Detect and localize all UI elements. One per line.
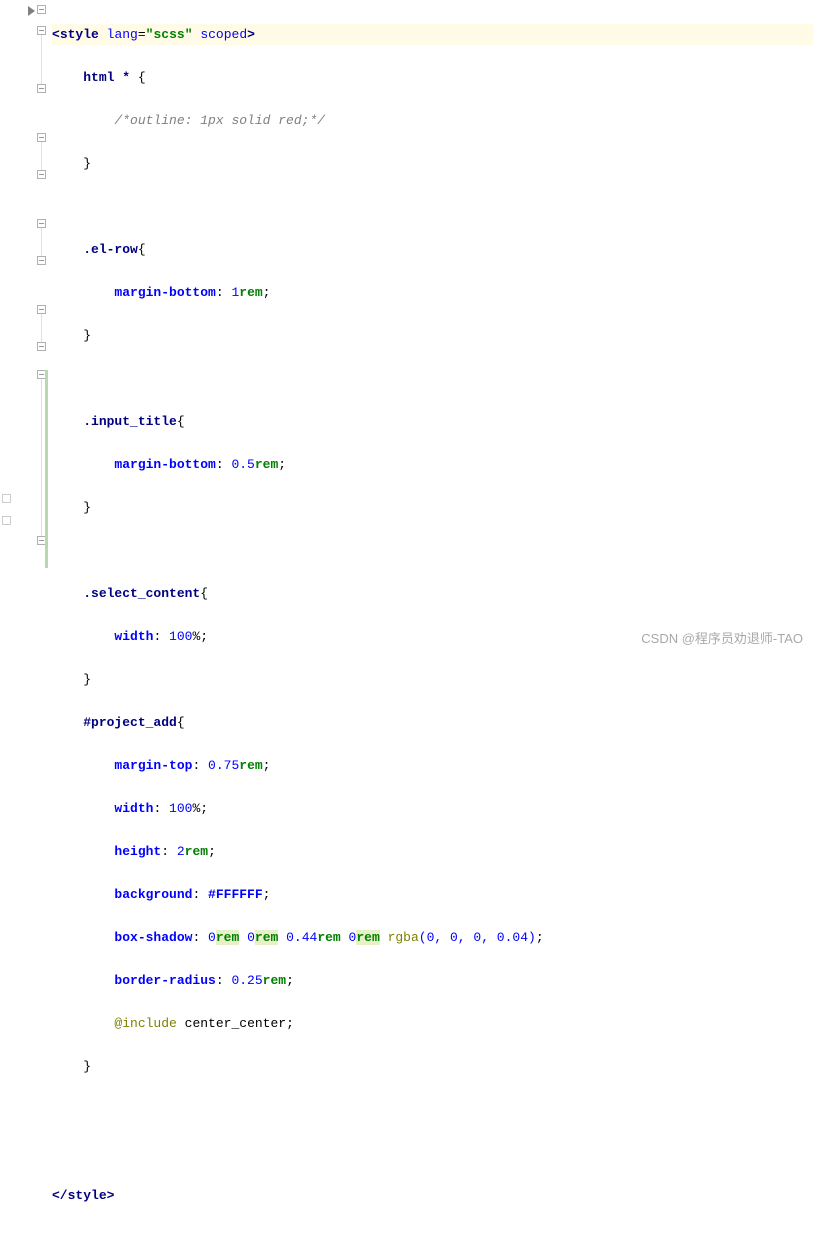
code-line[interactable]: }: [52, 1056, 813, 1078]
code-line[interactable]: </style>: [52, 1185, 813, 1207]
code-line[interactable]: .el-row{: [52, 239, 813, 261]
code-area[interactable]: <style lang="scss" scoped> html * { /*ou…: [48, 0, 813, 653]
code-line[interactable]: }: [52, 669, 813, 691]
watermark-text: CSDN @程序员劝退师-TAO: [641, 628, 803, 647]
code-line[interactable]: border-radius: 0.25rem;: [52, 970, 813, 992]
code-line[interactable]: [52, 1099, 813, 1121]
fold-handle-icon[interactable]: [37, 5, 46, 14]
fold-handle-icon[interactable]: [37, 305, 46, 314]
fold-line: [41, 379, 42, 539]
code-line[interactable]: #project_add{: [52, 712, 813, 734]
code-line[interactable]: html * {: [52, 67, 813, 89]
fold-line: [41, 228, 42, 258]
fold-handle-icon[interactable]: [37, 170, 46, 179]
breakpoint-box[interactable]: [2, 516, 11, 525]
code-line[interactable]: <style lang="scss" scoped>: [52, 24, 813, 46]
fold-handle-icon[interactable]: [37, 256, 46, 265]
fold-handle-icon[interactable]: [37, 84, 46, 93]
fold-line: [41, 314, 42, 344]
code-line[interactable]: [52, 196, 813, 218]
code-line[interactable]: [52, 1142, 813, 1164]
code-line[interactable]: box-shadow: 0rem 0rem 0.44rem 0rem rgba(…: [52, 927, 813, 949]
code-line[interactable]: }: [52, 497, 813, 519]
fold-handle-icon[interactable]: [37, 26, 46, 35]
code-line[interactable]: }: [52, 325, 813, 347]
code-line[interactable]: [52, 540, 813, 562]
run-gutter-icon[interactable]: [28, 6, 35, 16]
code-line[interactable]: [52, 368, 813, 390]
code-line[interactable]: @include center_center;: [52, 1013, 813, 1035]
fold-handle-icon[interactable]: [37, 342, 46, 351]
code-line[interactable]: width: 100%;: [52, 798, 813, 820]
fold-handle-icon[interactable]: [37, 219, 46, 228]
fold-line: [41, 142, 42, 172]
gutter-left: [0, 0, 14, 653]
code-editor[interactable]: <style lang="scss" scoped> html * { /*ou…: [0, 0, 813, 653]
code-line[interactable]: }: [52, 153, 813, 175]
code-line[interactable]: height: 2rem;: [52, 841, 813, 863]
code-line[interactable]: margin-top: 0.75rem;: [52, 755, 813, 777]
gutter: [14, 0, 48, 653]
fold-line: [41, 35, 42, 85]
code-line[interactable]: .input_title{: [52, 411, 813, 433]
change-bar: [45, 370, 48, 568]
fold-handle-icon[interactable]: [37, 133, 46, 142]
breakpoint-box[interactable]: [2, 494, 11, 503]
code-line[interactable]: background: #FFFFFF;: [52, 884, 813, 906]
code-line[interactable]: margin-bottom: 1rem;: [52, 282, 813, 304]
code-line[interactable]: margin-bottom: 0.5rem;: [52, 454, 813, 476]
code-line[interactable]: /*outline: 1px solid red;*/: [52, 110, 813, 132]
code-line[interactable]: .select_content{: [52, 583, 813, 605]
